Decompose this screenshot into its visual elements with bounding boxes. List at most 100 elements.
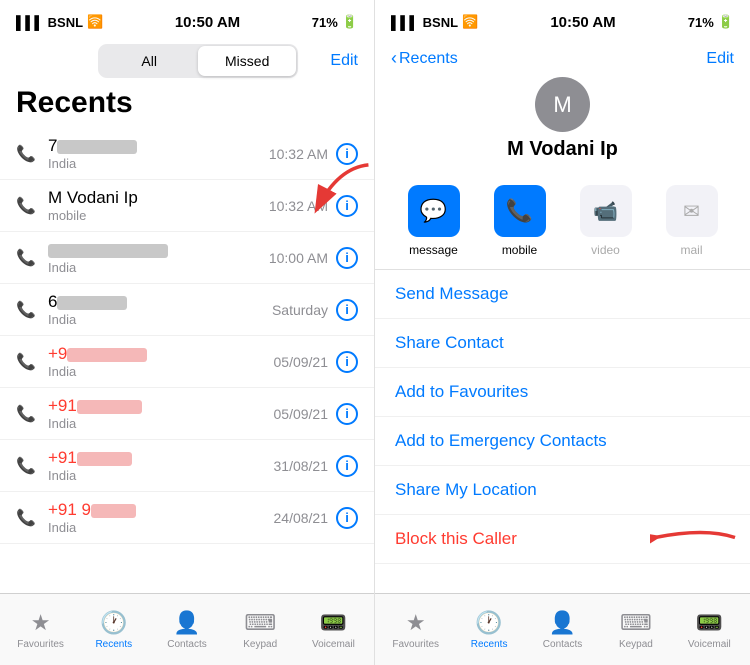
tab-label: Recents bbox=[95, 639, 132, 650]
menu-share-location[interactable]: Share My Location bbox=[375, 466, 750, 515]
call-sub: India bbox=[48, 312, 272, 327]
contacts-icon: 👤 bbox=[549, 610, 576, 636]
call-item: 📞 +91 India 31/08/21 i bbox=[0, 440, 374, 492]
left-wifi-icon: 🛜 bbox=[87, 14, 103, 30]
right-carrier-name: BSNL bbox=[423, 15, 458, 30]
menu-block-caller[interactable]: Block this Caller bbox=[375, 515, 750, 564]
right-status-bar: ▌▌▌ BSNL 🛜 10:50 AM 71% 🔋 bbox=[375, 0, 750, 44]
tab-voicemail-right[interactable]: 📟 Voicemail bbox=[673, 610, 746, 650]
info-button[interactable]: i bbox=[336, 455, 358, 477]
voicemail-icon: 📟 bbox=[696, 610, 723, 636]
call-info: +91 India bbox=[48, 448, 274, 483]
call-time: 05/09/21 bbox=[274, 406, 329, 422]
action-label: mobile bbox=[502, 243, 537, 257]
right-nav: ‹ Recents Edit bbox=[375, 44, 750, 77]
right-tab-bar: ★ Favourites 🕐 Recents 👤 Contacts ⌨ Keyp… bbox=[375, 593, 750, 665]
left-carrier-name: BSNL bbox=[48, 15, 83, 30]
video-icon: 📹 bbox=[593, 199, 618, 224]
info-button[interactable]: i bbox=[336, 143, 358, 165]
left-signal-icon: ▌▌▌ bbox=[16, 15, 44, 30]
call-icon: 📞 bbox=[16, 352, 36, 372]
call-info: 6 India bbox=[48, 292, 272, 327]
left-panel: ▌▌▌ BSNL 🛜 10:50 AM 71% 🔋 All Missed Edi… bbox=[0, 0, 375, 665]
tab-label: Recents bbox=[471, 639, 508, 650]
right-battery-area: 71% 🔋 bbox=[688, 14, 734, 30]
left-battery-icon: 🔋 bbox=[342, 14, 358, 30]
tab-recents-left[interactable]: 🕐 Recents bbox=[77, 610, 150, 650]
tab-favourites-left[interactable]: ★ Favourites bbox=[4, 610, 77, 650]
recents-icon: 🕐 bbox=[475, 610, 502, 636]
call-sub: India bbox=[48, 520, 274, 535]
blurred-name bbox=[77, 452, 132, 466]
tab-recents-right[interactable]: 🕐 Recents bbox=[452, 610, 525, 650]
tab-label: Voicemail bbox=[312, 639, 355, 650]
info-button[interactable]: i bbox=[336, 247, 358, 269]
right-wifi-icon: 🛜 bbox=[462, 14, 478, 30]
segment-all[interactable]: All bbox=[100, 46, 198, 76]
call-icon: 📞 bbox=[16, 508, 36, 528]
right-signal-icon: ▌▌▌ bbox=[391, 15, 419, 30]
contact-header: M M Vodani Ip bbox=[375, 77, 750, 173]
left-battery-area: 71% 🔋 bbox=[312, 14, 358, 30]
info-button[interactable]: i bbox=[336, 507, 358, 529]
call-item-vodani: 📞 M Vodani Ip mobile 10:32 AM i bbox=[0, 180, 374, 232]
action-label: message bbox=[409, 243, 458, 257]
keypad-icon: ⌨ bbox=[620, 610, 652, 636]
tab-contacts-left[interactable]: 👤 Contacts bbox=[150, 610, 223, 650]
mobile-icon-wrap: 📞 bbox=[494, 185, 546, 237]
favourites-icon: ★ bbox=[31, 610, 51, 636]
keypad-icon: ⌨ bbox=[244, 610, 276, 636]
call-icon: 📞 bbox=[16, 404, 36, 424]
call-info: India bbox=[48, 240, 269, 275]
action-video[interactable]: 📹 video bbox=[571, 185, 641, 257]
tab-keypad-left[interactable]: ⌨ Keypad bbox=[224, 610, 297, 650]
info-button[interactable]: i bbox=[336, 351, 358, 373]
call-item: 📞 7 India 10:32 AM i bbox=[0, 128, 374, 180]
info-button-vodani[interactable]: i bbox=[336, 195, 358, 217]
left-battery-pct: 71% bbox=[312, 15, 338, 30]
call-info: +9 India bbox=[48, 344, 274, 379]
favourites-icon: ★ bbox=[406, 610, 426, 636]
menu-add-emergency[interactable]: Add to Emergency Contacts bbox=[375, 417, 750, 466]
tab-label: Keypad bbox=[619, 639, 653, 650]
menu-share-contact[interactable]: Share Contact bbox=[375, 319, 750, 368]
action-mail[interactable]: ✉ mail bbox=[657, 185, 727, 257]
action-message[interactable]: 💬 message bbox=[399, 185, 469, 257]
blurred-name bbox=[57, 296, 127, 310]
info-button[interactable]: i bbox=[336, 299, 358, 321]
menu-send-message[interactable]: Send Message bbox=[375, 270, 750, 319]
recents-icon: 🕐 bbox=[100, 610, 127, 636]
tab-label: Voicemail bbox=[688, 639, 731, 650]
blurred-name bbox=[67, 348, 147, 362]
voicemail-icon: 📟 bbox=[320, 610, 347, 636]
action-buttons: 💬 message 📞 mobile 📹 video ✉ mail bbox=[375, 173, 750, 269]
right-edit-button[interactable]: Edit bbox=[706, 50, 734, 68]
right-panel: ▌▌▌ BSNL 🛜 10:50 AM 71% 🔋 ‹ Recents Edit… bbox=[375, 0, 750, 665]
call-item: 📞 +91 9 India 24/08/21 i bbox=[0, 492, 374, 544]
tab-keypad-right[interactable]: ⌨ Keypad bbox=[599, 610, 672, 650]
info-button[interactable]: i bbox=[336, 403, 358, 425]
call-sub: India bbox=[48, 416, 274, 431]
call-name: +91 bbox=[48, 396, 274, 416]
right-battery-icon: 🔋 bbox=[718, 14, 734, 30]
action-label: mail bbox=[680, 243, 702, 257]
call-icon: 📞 bbox=[16, 456, 36, 476]
back-button[interactable]: ‹ Recents bbox=[391, 48, 458, 69]
action-mobile[interactable]: 📞 mobile bbox=[485, 185, 555, 257]
call-info: 7 India bbox=[48, 136, 269, 171]
call-time: 10:32 AM bbox=[269, 146, 328, 162]
segment-missed[interactable]: Missed bbox=[198, 46, 296, 76]
call-list: 📞 7 India 10:32 AM i 📞 M Vodani Ip mobil… bbox=[0, 128, 374, 593]
menu-list: Send Message Share Contact Add to Favour… bbox=[375, 270, 750, 593]
tab-favourites-right[interactable]: ★ Favourites bbox=[379, 610, 452, 650]
action-label: video bbox=[591, 243, 620, 257]
left-edit-button[interactable]: Edit bbox=[330, 52, 358, 70]
tab-label: Contacts bbox=[167, 639, 206, 650]
tab-contacts-right[interactable]: 👤 Contacts bbox=[526, 610, 599, 650]
call-sub: India bbox=[48, 468, 274, 483]
call-name: +91 bbox=[48, 448, 274, 468]
call-item: 📞 India 10:00 AM i bbox=[0, 232, 374, 284]
tab-voicemail-left[interactable]: 📟 Voicemail bbox=[297, 610, 370, 650]
message-icon-wrap: 💬 bbox=[408, 185, 460, 237]
menu-add-favourites[interactable]: Add to Favourites bbox=[375, 368, 750, 417]
